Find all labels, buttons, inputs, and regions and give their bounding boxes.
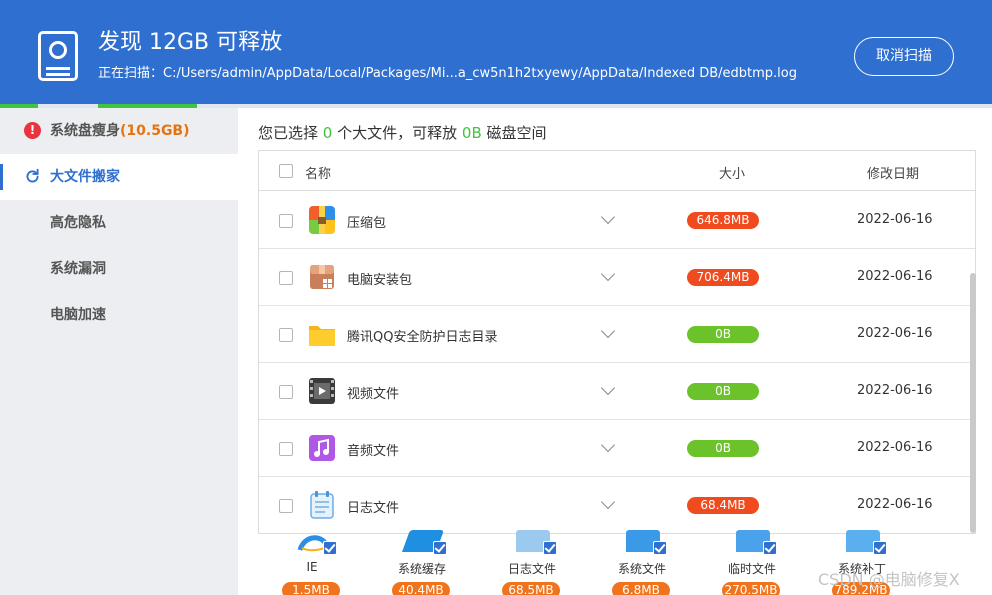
sidebar-item-label: 大文件搬家: [50, 169, 120, 185]
category-system-files[interactable]: 系统文件 6.8MB: [598, 528, 686, 595]
column-name-header: 名称: [305, 167, 332, 182]
hard-disk-icon: [38, 31, 78, 81]
category-checkbox[interactable]: [323, 541, 337, 555]
row-name: 腾讯QQ安全防护日志目录: [347, 330, 498, 345]
large-files-table: 名称 大小 修改日期 压缩包 646.8MB 2022-06-16 电脑安装包 …: [258, 150, 976, 534]
cancel-scan-button[interactable]: 取消扫描: [854, 37, 954, 76]
scan-path: 正在扫描：C:/Users/admin/AppData/Local/Packag…: [98, 66, 797, 81]
row-date: 2022-06-16: [857, 269, 933, 284]
selected-count: 0: [322, 124, 333, 142]
category-label: 系统缓存: [397, 562, 446, 576]
category-label: 系统文件: [617, 562, 666, 576]
row-size-badge: 646.8MB: [687, 212, 759, 229]
scan-title: 发现 12GB 可释放: [98, 30, 283, 55]
chevron-down-icon[interactable]: [600, 323, 616, 339]
column-date-header: 修改日期: [867, 167, 920, 182]
category-ie[interactable]: IE 1.5MB: [268, 528, 356, 595]
row-checkbox[interactable]: [279, 214, 293, 228]
chevron-down-icon[interactable]: [600, 266, 616, 282]
chevron-down-icon[interactable]: [600, 209, 616, 225]
category-checkbox[interactable]: [763, 541, 777, 555]
category-temp-files[interactable]: 临时文件 270.5MB: [708, 528, 796, 595]
sidebar-item-system-disk[interactable]: ! 系统盘瘦身(10.5GB): [0, 108, 238, 154]
sidebar-item-vulnerability[interactable]: 系统漏洞: [0, 246, 238, 292]
table-row[interactable]: 日志文件 68.4MB 2022-06-16: [259, 477, 975, 533]
category-system-cache[interactable]: 系统缓存 40.4MB: [378, 528, 466, 595]
row-date: 2022-06-16: [857, 212, 933, 227]
sidebar: ! 系统盘瘦身(10.5GB) 大文件搬家 高危隐私 系统漏洞 电脑加速: [0, 108, 238, 595]
row-date: 2022-06-16: [857, 497, 933, 512]
row-name: 电脑安装包: [347, 273, 413, 288]
column-size-header: 大小: [719, 167, 746, 182]
row-date: 2022-06-16: [857, 326, 933, 341]
category-size: 270.5MB: [722, 582, 780, 595]
table-row[interactable]: 音频文件 0B 2022-06-16: [259, 420, 975, 477]
sidebar-item-large-file-move[interactable]: 大文件搬家: [0, 154, 238, 200]
row-checkbox[interactable]: [279, 385, 293, 399]
music-icon: [309, 435, 335, 461]
scan-header: 发现 12GB 可释放 正在扫描：C:/Users/admin/AppData/…: [0, 0, 992, 104]
row-checkbox[interactable]: [279, 271, 293, 285]
table-header: 名称 大小 修改日期: [259, 151, 975, 191]
refresh-icon: [26, 168, 39, 183]
row-checkbox[interactable]: [279, 499, 293, 513]
main-panel: 您已选择 0 个大文件，可释放 0B 磁盘空间 名称 大小 修改日期 压缩包 6…: [238, 108, 992, 595]
installer-icon: [310, 265, 334, 289]
chevron-down-icon[interactable]: [600, 437, 616, 453]
sidebar-item-label: 系统漏洞: [50, 261, 106, 277]
chevron-down-icon[interactable]: [600, 494, 616, 510]
table-row[interactable]: 腾讯QQ安全防护日志目录 0B 2022-06-16: [259, 306, 975, 363]
archive-icon: [309, 206, 335, 234]
category-size: 1.5MB: [282, 582, 340, 595]
selection-summary: 您已选择 0 个大文件，可释放 0B 磁盘空间: [258, 124, 547, 142]
warning-icon: !: [24, 122, 41, 139]
sidebar-item-label: 系统盘瘦身: [50, 123, 120, 139]
row-name: 视频文件: [347, 387, 400, 402]
folder-icon: [309, 326, 335, 346]
category-checkbox[interactable]: [873, 541, 887, 555]
row-size-badge: 0B: [687, 440, 759, 457]
category-size: 68.5MB: [502, 582, 560, 595]
sidebar-item-privacy[interactable]: 高危隐私: [0, 200, 238, 246]
freeable-size: 0B: [461, 124, 482, 142]
row-date: 2022-06-16: [857, 383, 933, 398]
row-name: 日志文件: [347, 501, 400, 516]
category-checkbox[interactable]: [543, 541, 557, 555]
category-checkbox[interactable]: [653, 541, 667, 555]
row-size-badge: 68.4MB: [687, 497, 759, 514]
table-row[interactable]: 电脑安装包 706.4MB 2022-06-16: [259, 249, 975, 306]
category-label: 日志文件: [507, 562, 556, 576]
row-size-badge: 0B: [687, 383, 759, 400]
select-all-checkbox[interactable]: [279, 164, 293, 178]
row-checkbox[interactable]: [279, 442, 293, 456]
sidebar-item-label: 电脑加速: [50, 307, 106, 323]
row-size-badge: 0B: [687, 326, 759, 343]
sidebar-item-badge: (10.5GB): [120, 123, 190, 139]
category-size: 6.8MB: [612, 582, 670, 595]
sidebar-item-speedup[interactable]: 电脑加速: [0, 292, 238, 338]
sidebar-item-label: 高危隐私: [50, 215, 106, 231]
active-indicator: [0, 164, 3, 190]
table-row[interactable]: 压缩包 646.8MB 2022-06-16: [259, 192, 975, 249]
row-checkbox[interactable]: [279, 328, 293, 342]
category-log-files[interactable]: 日志文件 68.5MB: [488, 528, 576, 595]
category-label: 临时文件: [727, 562, 776, 576]
table-scrollbar[interactable]: [970, 273, 976, 533]
category-label: IE: [306, 560, 318, 574]
log-icon: [310, 491, 334, 519]
row-date: 2022-06-16: [857, 440, 933, 455]
row-name: 压缩包: [347, 216, 387, 231]
category-checkbox[interactable]: [433, 541, 447, 555]
video-icon: [309, 378, 335, 404]
category-size: 40.4MB: [392, 582, 450, 595]
row-size-badge: 706.4MB: [687, 269, 759, 286]
row-name: 音频文件: [347, 444, 400, 459]
table-row[interactable]: 视频文件 0B 2022-06-16: [259, 363, 975, 420]
chevron-down-icon[interactable]: [600, 380, 616, 396]
watermark-text: CSDN @电脑修复X: [818, 570, 960, 589]
